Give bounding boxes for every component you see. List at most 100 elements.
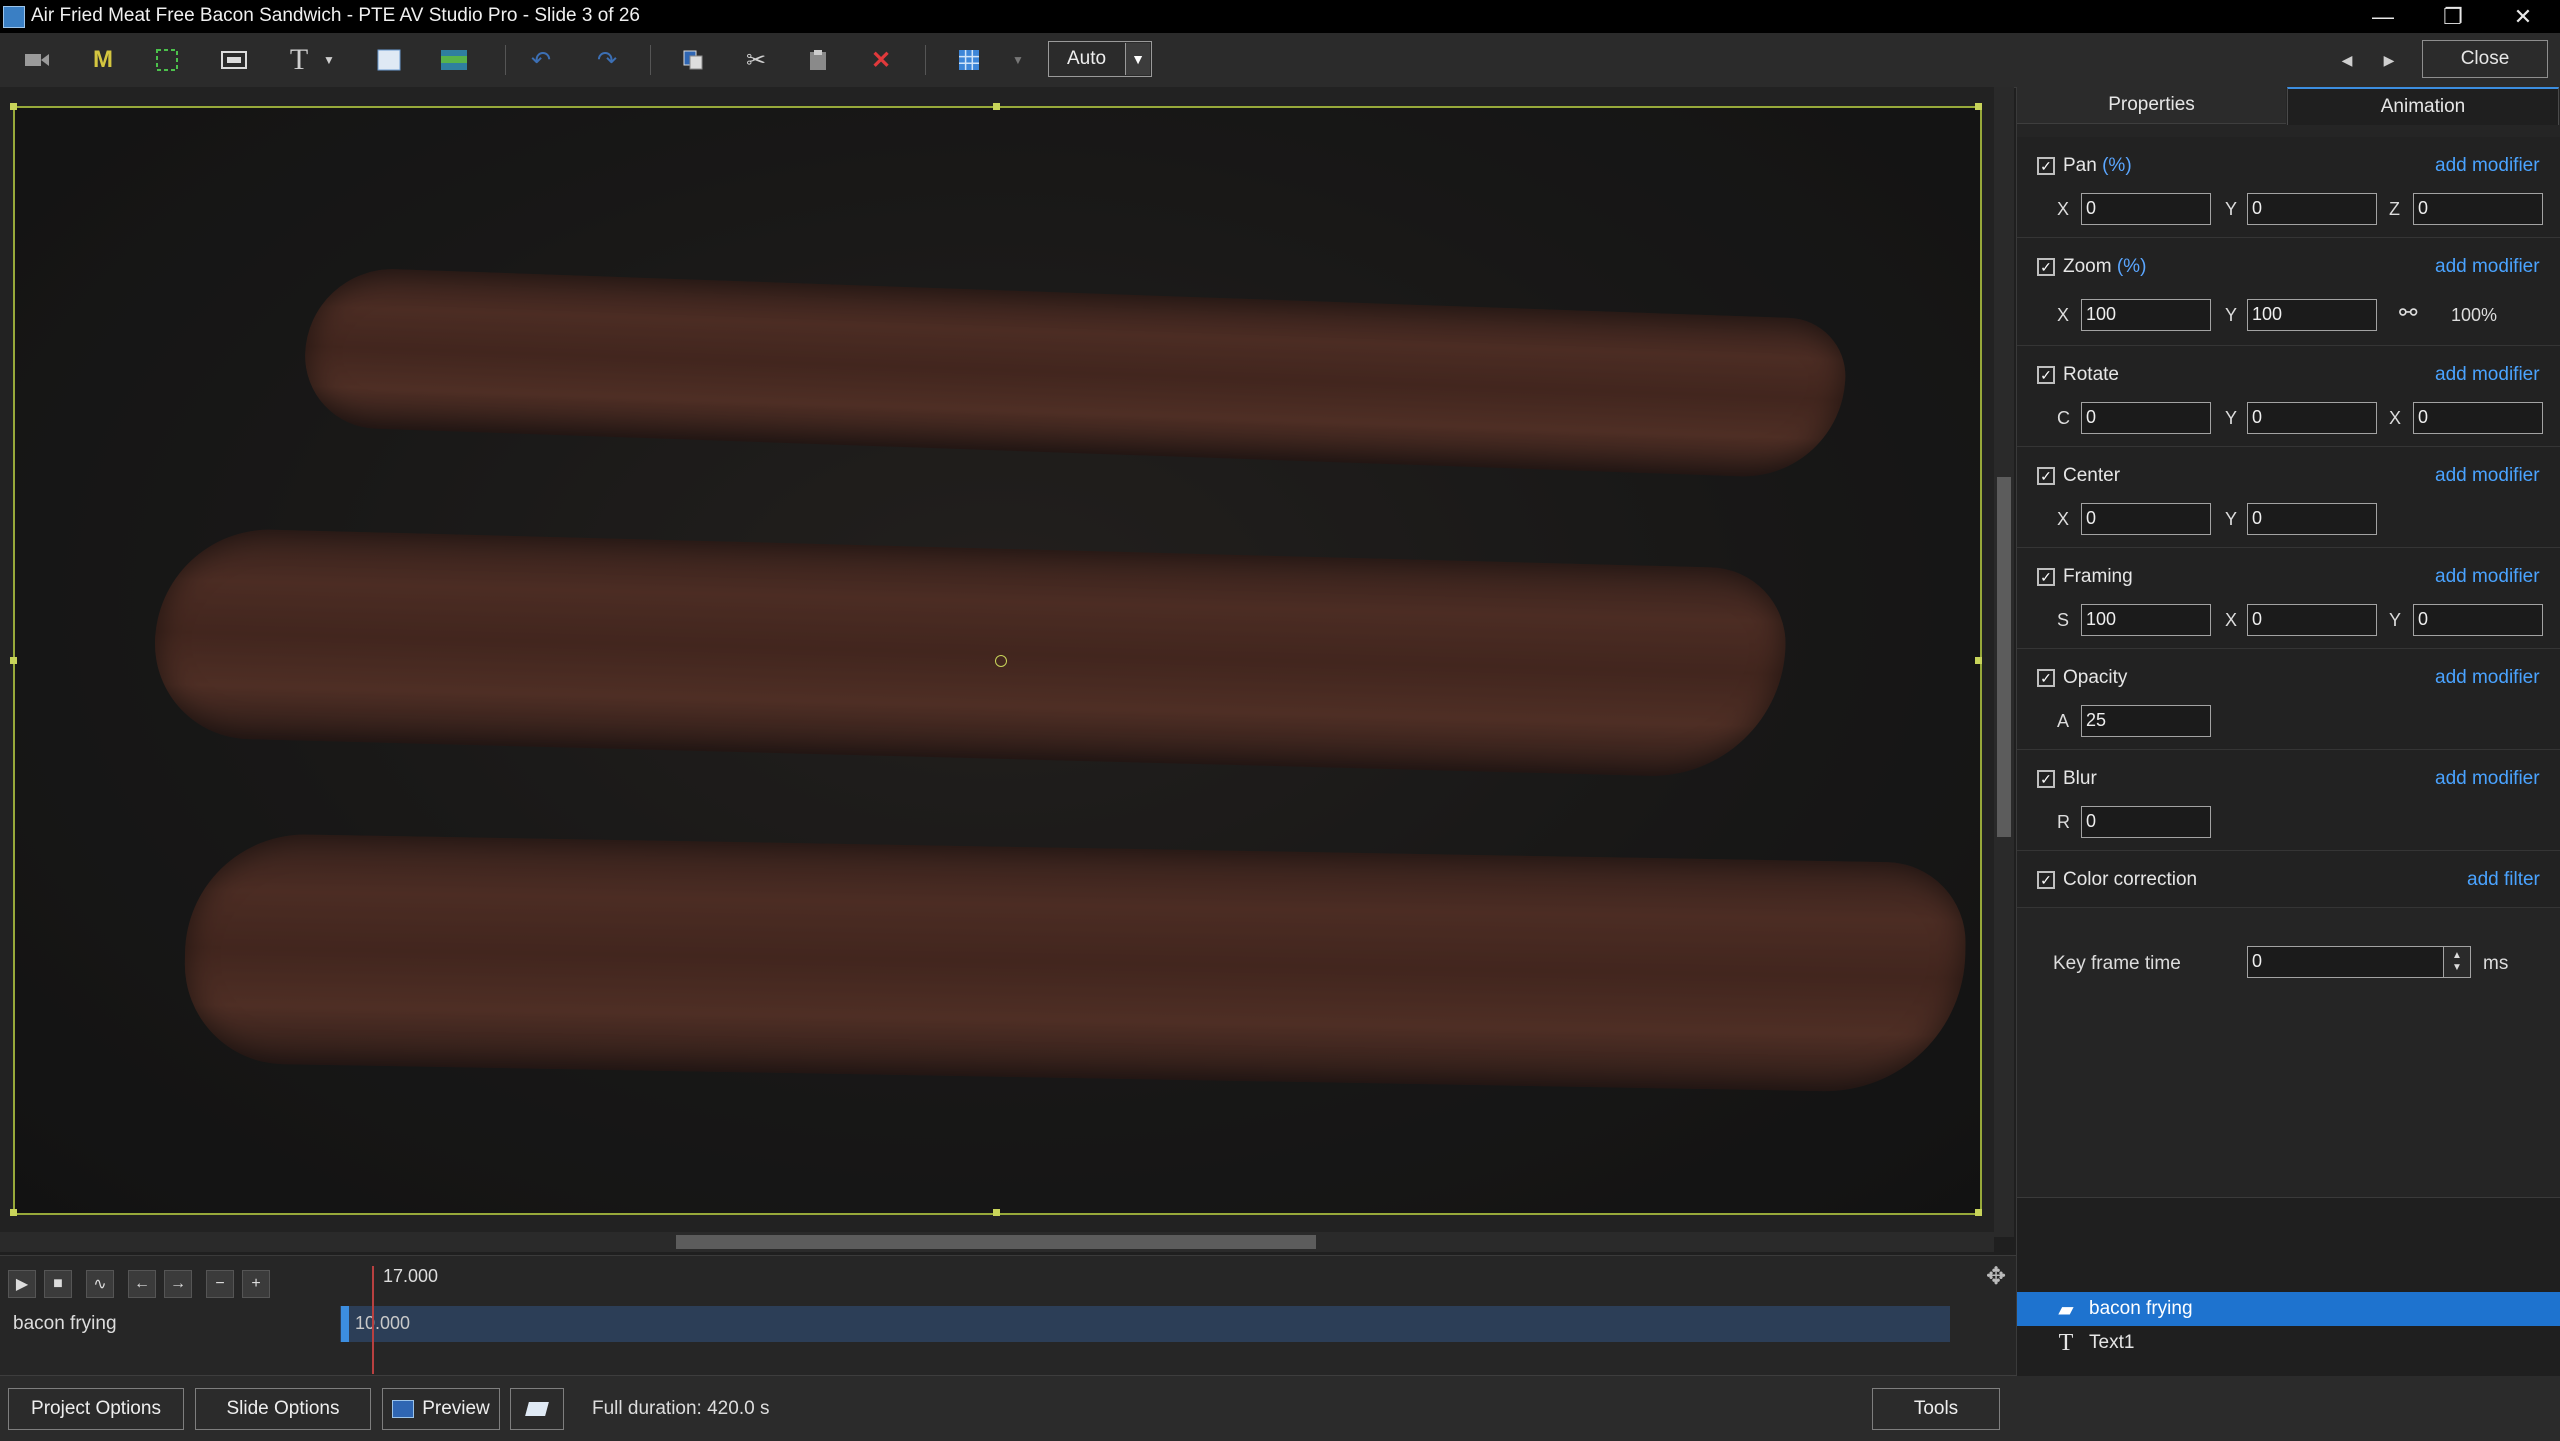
arrow-left-icon[interactable]: ← [128,1270,156,1298]
paste-icon[interactable] [799,41,837,79]
zoom-x-field[interactable]: 100 [2081,299,2211,331]
vertical-scroll-thumb[interactable] [1997,477,2011,837]
grid-dropdown-icon[interactable]: ▼ [1002,41,1034,79]
next-slide-button[interactable]: ▶ [2370,41,2408,79]
pan-z-field[interactable]: 0 [2413,193,2543,225]
redo-icon[interactable]: ↷ [588,41,626,79]
rotate-add-modifier-link[interactable]: add modifier [2435,364,2540,386]
vertical-scrollbar[interactable] [1994,87,2014,1237]
rotate-c-field[interactable]: 0 [2081,402,2211,434]
text-icon[interactable]: T [280,41,318,79]
center-x-field[interactable]: 0 [2081,503,2211,535]
center-handle[interactable] [995,655,1007,667]
project-options-button[interactable]: Project Options [8,1388,184,1430]
resize-handle[interactable] [1975,657,1982,664]
delete-icon[interactable]: ✕ [862,41,900,79]
gradient-icon[interactable] [435,41,473,79]
add-filter-link[interactable]: add filter [2467,869,2540,891]
stop-icon[interactable]: ■ [44,1270,72,1298]
object-list: ▰ bacon frying T Text1 [2017,1197,2560,1376]
restore-button[interactable]: ❐ [2418,0,2488,33]
arrow-right-icon[interactable]: → [164,1270,192,1298]
opacity-checkbox[interactable]: ✓ [2037,669,2055,687]
timeline: ▶ ■ ∿ ← → − + 17.000 bacon frying 10.000… [0,1255,2016,1376]
frame-icon[interactable] [148,41,186,79]
tab-animation[interactable]: Animation [2287,87,2559,125]
minimize-button[interactable]: — [2348,0,2418,33]
cut-icon[interactable]: ✂ [737,41,775,79]
grid-icon[interactable] [950,41,988,79]
center-add-modifier-link[interactable]: add modifier [2435,465,2540,487]
resize-handle[interactable] [993,1209,1000,1216]
slide-preview-image[interactable] [13,106,1982,1215]
pan-y-field[interactable]: 0 [2247,193,2377,225]
fullscreen-button[interactable] [510,1388,564,1430]
undo-icon[interactable]: ↶ [522,41,560,79]
track-time: 10.000 [355,1313,411,1333]
resize-handle[interactable] [10,1209,17,1216]
zoom-unit: (%) [2116,256,2147,277]
rotate-x-field[interactable]: 0 [2413,402,2543,434]
image-icon[interactable] [215,41,253,79]
framing-s-field[interactable]: 100 [2081,604,2211,636]
pan-z-label: Z [2389,199,2400,219]
keyframe-marker[interactable] [341,1306,349,1342]
zoom-out-timeline-icon[interactable]: − [206,1270,234,1298]
list-item-text1[interactable]: T Text1 [2017,1326,2560,1360]
opacity-label: Opacity [2063,667,2128,688]
framing-add-modifier-link[interactable]: add modifier [2435,566,2540,588]
framing-checkbox[interactable]: ✓ [2037,568,2055,586]
resize-handle[interactable] [10,103,17,110]
close-button[interactable]: Close [2422,40,2548,78]
text-dropdown-icon[interactable]: ▼ [322,41,336,79]
keyframe-time-spinner[interactable]: ▲ ▼ [2443,946,2471,978]
blur-add-modifier-link[interactable]: add modifier [2435,768,2540,790]
center-y-field[interactable]: 0 [2247,503,2377,535]
preview-button[interactable]: Preview [382,1388,500,1430]
resize-handle[interactable] [1975,1209,1982,1216]
blur-checkbox[interactable]: ✓ [2037,770,2055,788]
video-icon[interactable] [18,41,56,79]
move-icon[interactable]: ✥ [1986,1262,2006,1291]
resize-handle[interactable] [993,103,1000,110]
rotate-x-label: X [2389,408,2402,428]
window-close-button[interactable]: ✕ [2488,0,2558,33]
pan-checkbox[interactable]: ✓ [2037,157,2055,175]
resize-handle[interactable] [1975,103,1982,110]
prev-slide-button[interactable]: ◀ [2328,41,2366,79]
pan-x-field[interactable]: 0 [2081,193,2211,225]
play-icon[interactable]: ▶ [8,1270,36,1298]
pan-add-modifier-link[interactable]: add modifier [2435,155,2540,177]
opacity-a-field[interactable]: 25 [2081,705,2211,737]
slide-options-button[interactable]: Slide Options [195,1388,371,1430]
list-item-bacon-frying[interactable]: ▰ bacon frying [2017,1292,2560,1326]
copy-icon[interactable] [674,41,712,79]
zoom-y-field[interactable]: 100 [2247,299,2377,331]
mask-icon[interactable]: M [84,41,122,79]
zoom-checkbox[interactable]: ✓ [2037,258,2055,276]
opacity-add-modifier-link[interactable]: add modifier [2435,667,2540,689]
zoom-select[interactable]: Auto ▼ [1048,41,1152,77]
zoom-add-modifier-link[interactable]: add modifier [2435,256,2540,278]
waveform-icon[interactable]: ∿ [86,1270,114,1298]
resize-handle[interactable] [10,657,17,664]
rectangle-icon[interactable] [370,41,408,79]
timeline-track[interactable] [340,1306,1950,1342]
tab-properties[interactable]: Properties [2017,87,2286,124]
blur-r-field[interactable]: 0 [2081,806,2211,838]
chevron-down-icon[interactable]: ▼ [1125,43,1150,75]
horizontal-scroll-thumb[interactable] [676,1235,1316,1249]
zoom-in-timeline-icon[interactable]: + [242,1270,270,1298]
center-checkbox[interactable]: ✓ [2037,467,2055,485]
link-icon[interactable]: ⚯ [2399,300,2417,326]
color-correction-checkbox[interactable]: ✓ [2037,871,2055,889]
framing-x-field[interactable]: 0 [2247,604,2377,636]
rotate-checkbox[interactable]: ✓ [2037,366,2055,384]
timeline-cursor[interactable] [372,1266,374,1374]
horizontal-scrollbar[interactable] [0,1232,1994,1252]
framing-y-label: Y [2389,610,2402,630]
keyframe-time-field[interactable]: 0 [2247,946,2461,978]
framing-y-field[interactable]: 0 [2413,604,2543,636]
rotate-y-field[interactable]: 0 [2247,402,2377,434]
tools-button[interactable]: Tools [1872,1388,2000,1430]
